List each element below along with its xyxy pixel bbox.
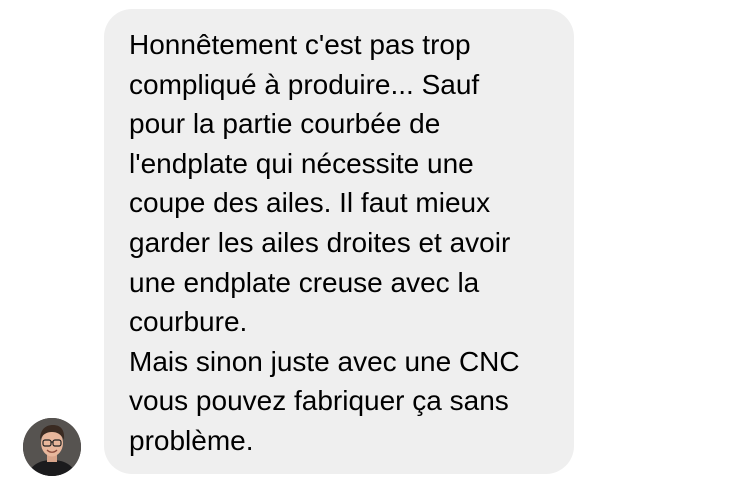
message-text-line: problème. bbox=[129, 424, 254, 456]
message-text-line: l'endplate qui nécessite une bbox=[129, 147, 474, 179]
message-text-line: garder les ailes droites et avoir bbox=[129, 226, 511, 258]
message-text-line: une endplate creuse avec la bbox=[129, 266, 480, 298]
message-text-line: Mais sinon juste avec une CNC bbox=[129, 345, 520, 377]
message-text-line: vous pouvez fabriquer ça sans bbox=[129, 385, 509, 417]
message-text-line: courbure. bbox=[129, 306, 248, 338]
sender-avatar[interactable] bbox=[23, 418, 81, 476]
message-text-line: pour la partie courbée de bbox=[129, 108, 441, 140]
person-avatar-icon bbox=[23, 418, 81, 476]
message-bubble[interactable]: Honnêtement c'est pas trop compliqué à p… bbox=[104, 9, 574, 474]
message-text-line: compliqué à produire... Sauf bbox=[129, 68, 480, 100]
message-text-line: Honnêtement c'est pas trop bbox=[129, 29, 471, 60]
chat-thread: Honnêtement c'est pas trop compliqué à p… bbox=[0, 0, 750, 493]
message-text-line: coupe des ailes. Il faut mieux bbox=[129, 187, 491, 219]
